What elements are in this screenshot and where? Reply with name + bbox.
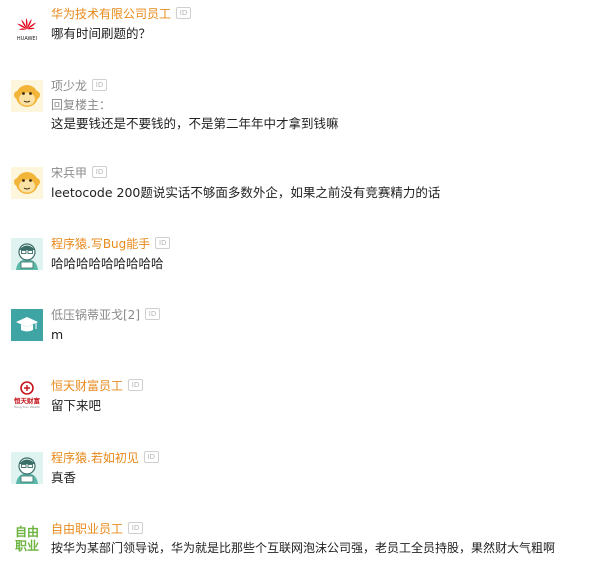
avatar-subcaption: Heng Tian Wealth [13,405,41,409]
avatar-caption: HUAWEI [16,36,38,42]
hengtian-logo-avatar[interactable]: 恒天财富 Heng Tian Wealth [11,380,43,412]
freelance-logo-avatar[interactable]: 自由 职业 [11,523,43,555]
comment-text: 哪有时间刷题的？ [51,26,152,41]
graduation-cap-icon [11,309,43,341]
id-badge-icon: ID [145,307,160,320]
comment-text: 哈哈哈哈哈哈哈哈哈 [51,256,164,271]
id-badge-icon: ID [128,378,144,391]
reply-label: 回复楼主： [51,98,112,112]
id-badge-icon: ID [92,165,108,178]
id-badge-icon: ID [155,236,171,249]
id-badge-icon: ID [92,78,108,91]
programmer-icon [11,452,43,484]
comment-list: HUAWEI 华为技术有限公司员工 ID 哪有时间刷题的？ 项少龙 ID 回复楼… [0,0,600,573]
comment-text: m [51,327,64,342]
author-name[interactable]: 程序猿.写Bug能手 [51,237,150,251]
monkey-icon [11,80,43,112]
id-badge-icon: ID [143,450,159,463]
comment-text: 这是要钱还是不要钱的，不是第二年年中才拿到钱嘛 [51,116,339,131]
avatar-caption: 自由 [14,525,39,539]
programmer-avatar[interactable] [11,238,43,270]
author-name[interactable]: 华为技术有限公司员工 [51,7,171,21]
monkey-avatar[interactable] [11,167,43,199]
monkey-icon [11,167,43,199]
avatar-caption: 职业 [14,539,39,553]
id-badge-icon: ID [128,521,144,534]
hengtian-logo-icon [20,381,34,395]
author-name[interactable]: 宋兵甲 [51,166,87,180]
author-name[interactable]: 自由职业员工 [51,522,123,536]
author-name[interactable]: 低压锅蒂亚戈[2] [51,308,140,322]
monkey-avatar[interactable] [11,80,43,112]
id-badge-icon: ID [176,6,192,19]
programmer-avatar[interactable] [11,452,43,484]
author-name[interactable]: 程序猿.若如初见 [51,451,139,465]
comment-text: 按华为某部门领导说，华为就是比那些个互联网泡沫公司强，老员工全员持股，果然财大气… [51,541,556,555]
comment-text: 真香 [51,470,77,485]
comment-text: leetocode 200题说实话不够面多数外企，如果之前没有竞赛精力的话 [51,185,441,200]
comment-text: 留下来吧 [51,398,102,413]
graduation-cap-avatar[interactable] [11,309,43,341]
author-name[interactable]: 恒天财富员工 [51,379,123,393]
programmer-icon [11,238,43,270]
avatar-caption: 恒天财富 [14,397,40,405]
huawei-logo-avatar[interactable]: HUAWEI [11,14,43,46]
author-name[interactable]: 项少龙 [51,79,87,93]
